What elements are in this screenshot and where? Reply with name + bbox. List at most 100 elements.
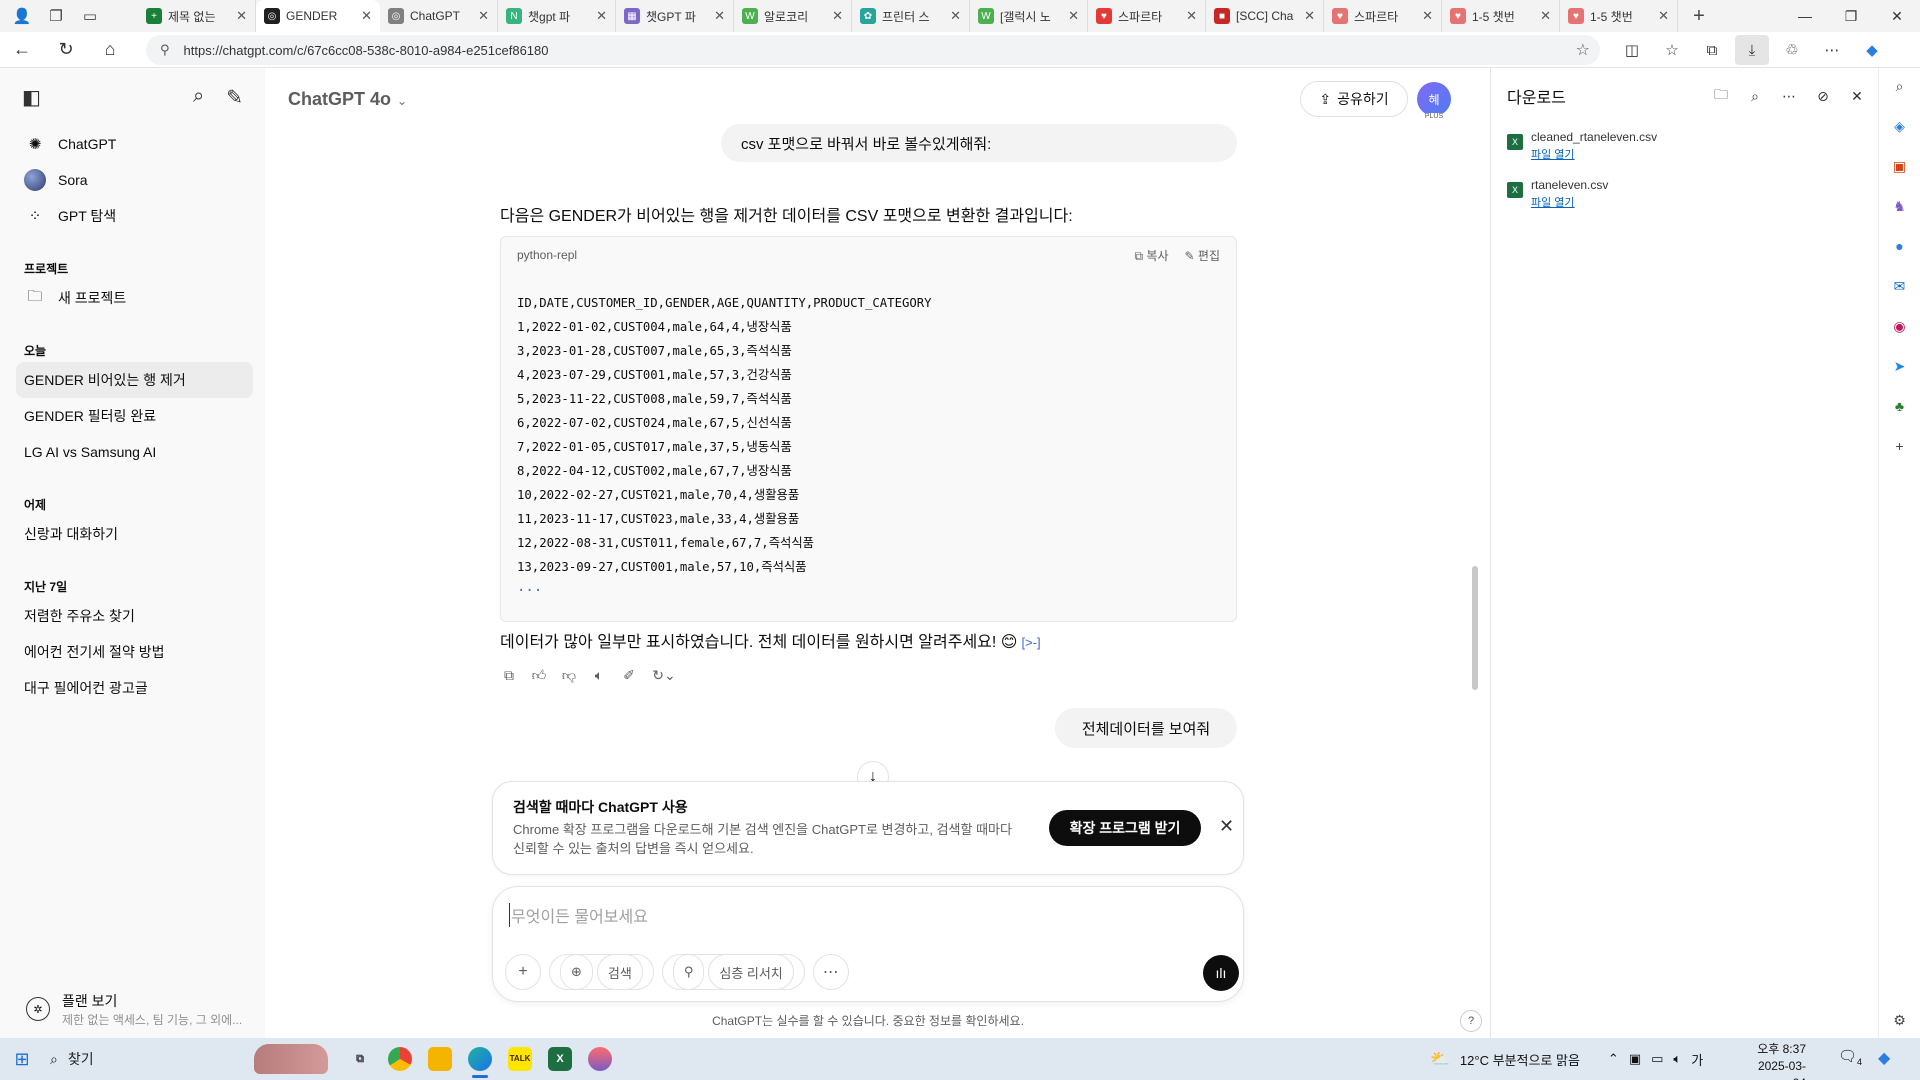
sidebar-item-gpt-explore[interactable]: ⁘ GPT 탐색 bbox=[0, 198, 265, 234]
extensions-icon[interactable]: ♲ bbox=[1775, 35, 1809, 65]
start-button[interactable]: ⊞ bbox=[0, 1049, 44, 1070]
conversation-item[interactable]: 대구 필에어컨 광고글 bbox=[16, 670, 253, 706]
home-button[interactable]: ⌂ bbox=[88, 39, 132, 60]
close-icon[interactable]: ✕ bbox=[1219, 816, 1234, 837]
share-button[interactable]: ⇪ 공유하기 bbox=[1300, 81, 1408, 117]
tab-close-icon[interactable]: ✕ bbox=[1068, 8, 1079, 24]
search-highlight-image[interactable] bbox=[254, 1044, 328, 1074]
downloads-icon[interactable]: ⤓ bbox=[1735, 35, 1769, 65]
send-icon[interactable]: ➤ bbox=[1888, 354, 1912, 378]
add-icon[interactable]: + bbox=[1888, 434, 1912, 458]
browser-tab[interactable]: ◎ ChatGPT ✕ bbox=[380, 0, 498, 32]
avatar[interactable]: 혜 PLUS bbox=[1417, 82, 1451, 120]
tab-close-icon[interactable]: ✕ bbox=[596, 8, 607, 24]
edit-code-button[interactable]: ✎ 편집 bbox=[1185, 247, 1220, 264]
new-tab-button[interactable]: + bbox=[1684, 5, 1714, 28]
tab-close-icon[interactable]: ✕ bbox=[478, 8, 489, 24]
volume-icon[interactable]: 🔈︎ bbox=[1673, 1051, 1681, 1067]
tab-close-icon[interactable]: ✕ bbox=[236, 8, 247, 24]
taskbar-app-kakaotalk[interactable]: TALK bbox=[500, 1038, 540, 1080]
search-icon[interactable]: ⌕ bbox=[1888, 74, 1912, 98]
site-info-icon[interactable]: ⚲ bbox=[160, 42, 170, 58]
browser-tab[interactable]: ♥ 1-5 챗번 ✕ bbox=[1560, 0, 1678, 32]
taskbar-app-drop[interactable] bbox=[580, 1038, 620, 1080]
voice-mode-button[interactable]: ılı bbox=[1203, 955, 1239, 991]
restore-button[interactable]: ❐ bbox=[1828, 0, 1874, 32]
conversation-item[interactable]: 저렴한 주유소 찾기 bbox=[16, 598, 253, 634]
browser-tab[interactable]: N 챗gpt 파 ✕ bbox=[498, 0, 616, 32]
notification-center-icon[interactable]: 🗨4 bbox=[1838, 1047, 1862, 1067]
sidebar-item-chatgpt[interactable]: ✺ ChatGPT bbox=[0, 126, 265, 162]
close-icon[interactable]: ✕ bbox=[1848, 87, 1866, 105]
get-extension-button[interactable]: 확장 프로그램 받기 bbox=[1049, 810, 1201, 846]
url-text[interactable]: https://chatgpt.com/c/67c6cc08-538c-8010… bbox=[184, 43, 549, 58]
weather-icon[interactable]: ⛅ bbox=[1430, 1049, 1450, 1069]
message-composer[interactable]: 무엇이든 물어보세요 + ⊕ 검색 ⚲ 심층 리서치 ⋯ ılı bbox=[492, 886, 1244, 1002]
tab-close-icon[interactable]: ✕ bbox=[714, 8, 725, 24]
pin-icon[interactable]: ⊘ bbox=[1814, 87, 1832, 105]
taskbar-app-chrome[interactable] bbox=[380, 1038, 420, 1080]
conversation-item[interactable]: LG AI vs Samsung AI bbox=[16, 434, 253, 470]
citation-link[interactable]: [>-] bbox=[1021, 635, 1040, 650]
taskbar-clock[interactable]: 오후 8:37 2025-03-04 bbox=[1752, 1041, 1806, 1080]
favorite-star-icon[interactable]: ☆ bbox=[1576, 40, 1590, 60]
conversation-item[interactable]: 신랑과 대화하기 bbox=[16, 516, 253, 552]
copilot-icon[interactable]: ◆ bbox=[1855, 35, 1889, 65]
open-file-link[interactable]: 파일 열기 bbox=[1531, 146, 1657, 162]
more-tools-button[interactable]: ⋯ bbox=[812, 954, 849, 990]
browser-tab[interactable]: ♥ 스파르타 ✕ bbox=[1088, 0, 1206, 32]
browser-tab[interactable]: ♥ 1-5 챗번 ✕ bbox=[1442, 0, 1560, 32]
copy-icon[interactable]: ⧉ bbox=[500, 666, 518, 684]
taskbar-app-explorer[interactable] bbox=[420, 1038, 460, 1080]
browser-tab[interactable]: + 제목 없는 ✕ bbox=[138, 0, 256, 32]
browser-tab[interactable]: ■ [SCC] Cha ✕ bbox=[1206, 0, 1324, 32]
attach-button[interactable]: + bbox=[505, 954, 541, 990]
taskbar-search[interactable]: ⌕ 찾기 bbox=[44, 1038, 254, 1080]
search-icon[interactable]: ⌕ bbox=[193, 85, 204, 110]
regenerate-icon[interactable]: ↻⌄ bbox=[650, 666, 678, 684]
copilot-taskbar-icon[interactable]: ◆ bbox=[1878, 1048, 1890, 1068]
tools-icon[interactable]: ▣ bbox=[1888, 154, 1912, 178]
thumbs-down-icon[interactable]: 👎︎ bbox=[560, 666, 578, 684]
meet-now-icon[interactable]: ▣ bbox=[1629, 1051, 1641, 1067]
edit-canvas-icon[interactable]: ✐ bbox=[620, 666, 638, 684]
new-project-button[interactable]: 🗀 새 프로젝트 bbox=[0, 280, 265, 316]
outlook-icon[interactable]: ✉ bbox=[1888, 274, 1912, 298]
open-file-link[interactable]: 파일 열기 bbox=[1531, 194, 1608, 210]
back-button[interactable]: ← bbox=[0, 39, 44, 60]
tree-icon[interactable]: ♣ bbox=[1888, 394, 1912, 418]
microsoft365-icon[interactable]: ● bbox=[1888, 234, 1912, 258]
tab-close-icon[interactable]: ✕ bbox=[361, 8, 372, 24]
sidebar-item-sora[interactable]: Sora bbox=[0, 162, 265, 198]
settings-icon[interactable]: ⚙ bbox=[1888, 1008, 1912, 1032]
split-screen-icon[interactable]: ◫ bbox=[1615, 35, 1649, 65]
tab-close-icon[interactable]: ✕ bbox=[1658, 8, 1669, 24]
browser-tab[interactable]: ♥ 스파르타 ✕ bbox=[1324, 0, 1442, 32]
profile-icon[interactable]: 👤 bbox=[12, 6, 32, 26]
browser-tab[interactable]: ▦ 챗GPT 파 ✕ bbox=[616, 0, 734, 32]
more-options-icon[interactable]: ⋯ bbox=[1780, 87, 1798, 105]
new-chat-icon[interactable]: ✎ bbox=[226, 85, 243, 110]
url-field[interactable]: ⚲ https://chatgpt.com/c/67c6cc08-538c-80… bbox=[146, 35, 1600, 65]
browser-tab[interactable]: ◎ GENDER ✕ bbox=[256, 0, 380, 32]
browser-tab[interactable]: W 알로코리 ✕ bbox=[734, 0, 852, 32]
deep-research-button[interactable]: ⚲ 심층 리서치 bbox=[661, 954, 805, 990]
favorites-icon[interactable]: ☆ bbox=[1655, 35, 1689, 65]
browser-tab[interactable]: ✿ 프린터 스 ✕ bbox=[852, 0, 970, 32]
ime-indicator[interactable]: 가 bbox=[1691, 1050, 1703, 1069]
shopping-icon[interactable]: ◈ bbox=[1888, 114, 1912, 138]
tab-close-icon[interactable]: ✕ bbox=[1304, 8, 1315, 24]
open-folder-icon[interactable]: 🗀 bbox=[1712, 86, 1730, 105]
search-downloads-icon[interactable]: ⌕ bbox=[1746, 87, 1764, 105]
composer-input[interactable]: 무엇이든 물어보세요 bbox=[509, 903, 648, 927]
copy-code-button[interactable]: ⧉ 복사 bbox=[1135, 247, 1169, 264]
more-menu-icon[interactable]: ⋯ bbox=[1815, 35, 1849, 65]
taskbar-app-edge[interactable] bbox=[460, 1038, 500, 1080]
taskbar-app-excel[interactable]: X bbox=[540, 1038, 580, 1080]
tab-close-icon[interactable]: ✕ bbox=[950, 8, 961, 24]
tab-close-icon[interactable]: ✕ bbox=[1540, 8, 1551, 24]
chevron-up-icon[interactable]: ⌃ bbox=[1608, 1051, 1619, 1067]
refresh-button[interactable]: ↻ bbox=[44, 39, 88, 60]
tab-close-icon[interactable]: ✕ bbox=[1422, 8, 1433, 24]
task-view-button[interactable]: ⧉ bbox=[340, 1038, 380, 1080]
